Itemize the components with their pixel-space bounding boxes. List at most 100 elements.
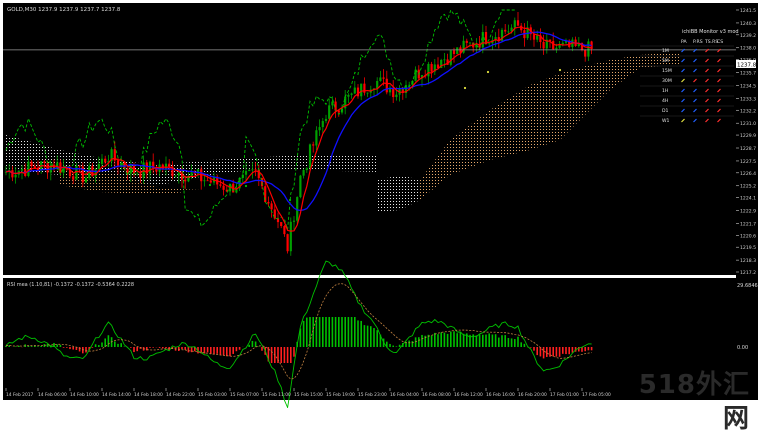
histogram-bar	[399, 345, 401, 347]
candle-body	[271, 203, 273, 209]
time-tick-label: 15 Feb 19:00	[326, 392, 355, 398]
histogram-bar	[293, 347, 295, 357]
histogram-bar	[322, 317, 324, 347]
histogram-bar	[520, 342, 522, 347]
candle-body	[283, 226, 285, 234]
histogram-bar	[210, 347, 212, 354]
price-tick-label: 1231.0	[740, 121, 756, 127]
candle-body	[328, 105, 330, 119]
monitor-column-header: CS	[717, 39, 723, 45]
candle-body	[351, 93, 353, 94]
histogram-bar	[117, 344, 119, 347]
candle-body	[75, 166, 77, 180]
histogram-bar	[229, 347, 231, 356]
histogram-bar	[508, 338, 510, 347]
price-tick-label: 1233.3	[740, 96, 756, 102]
histogram-bar	[325, 317, 327, 347]
histogram-bar	[108, 335, 110, 347]
candle-body	[562, 43, 564, 44]
candle-body	[319, 127, 321, 130]
price-tick-label: 1232.2	[740, 108, 756, 114]
histogram-bar	[306, 318, 308, 347]
candle-body	[543, 42, 545, 48]
candle-body	[267, 202, 269, 203]
candle-body	[376, 81, 378, 88]
histogram-bar	[453, 331, 455, 347]
time-tick-label: 15 Feb 23:00	[358, 392, 387, 398]
candle-body	[322, 121, 324, 127]
candle-body	[223, 186, 225, 190]
indicator-axis-top: 29.6846	[737, 283, 758, 289]
signal-dot	[209, 184, 211, 186]
indicator-label: RSI mea (1.10,81) -0.1372 -0.1372 -0.536…	[7, 282, 134, 288]
candle-body	[354, 88, 356, 94]
histogram-bar	[431, 336, 433, 347]
candle-body	[360, 84, 362, 97]
histogram-bar	[165, 347, 167, 348]
monitor-timeframe-label: D1	[662, 108, 669, 114]
signal-dot	[487, 71, 489, 73]
candle-body	[555, 48, 557, 49]
candle-body	[251, 169, 253, 170]
candle-body	[552, 41, 554, 49]
histogram-bar	[15, 346, 17, 347]
candle-body	[210, 180, 212, 182]
chart-canvas[interactable]: 1241.51240.31239.21238.01236.91235.71234…	[0, 0, 758, 408]
histogram-bar	[463, 334, 465, 347]
histogram-bar	[556, 347, 558, 357]
candle-body	[533, 34, 535, 40]
histogram-bar	[479, 334, 481, 347]
histogram-bar	[223, 347, 225, 356]
histogram-bar	[565, 347, 567, 354]
histogram-bar	[280, 347, 282, 363]
candle-body	[395, 95, 397, 97]
monitor-title: ichiBB Monitor v3 mod	[682, 29, 739, 35]
time-tick-label: 15 Feb 15:00	[294, 392, 323, 398]
histogram-bar	[37, 346, 39, 347]
price-tick-label: 1234.5	[740, 83, 756, 89]
histogram-bar	[328, 317, 330, 347]
candle-body	[191, 172, 193, 176]
histogram-bar	[511, 338, 513, 347]
price-tick-label: 1239.2	[740, 33, 756, 39]
candle-body	[165, 164, 167, 169]
candle-body	[149, 162, 151, 174]
candle-body	[431, 64, 433, 72]
candle-body	[392, 88, 394, 97]
histogram-bar	[66, 347, 68, 348]
histogram-bar	[495, 334, 497, 347]
histogram-bar	[207, 347, 209, 352]
histogram-bar	[568, 347, 570, 354]
candle-body	[203, 180, 205, 181]
price-tick-label: 1240.3	[740, 21, 756, 27]
histogram-bar	[456, 333, 458, 347]
histogram-bar	[338, 317, 340, 347]
histogram-bar	[572, 347, 574, 353]
histogram-bar	[69, 347, 71, 349]
candle-body	[175, 176, 177, 177]
candle-body	[325, 119, 327, 121]
candle-body	[379, 77, 381, 81]
candle-body	[245, 171, 247, 175]
candle-body	[290, 222, 292, 251]
histogram-bar	[488, 333, 490, 347]
candle-body	[136, 174, 138, 175]
candle-body	[219, 184, 221, 185]
candle-body	[504, 30, 506, 32]
histogram-bar	[130, 347, 132, 348]
candle-body	[248, 170, 250, 171]
histogram-bar	[376, 330, 378, 347]
time-tick-label: 16 Feb 08:00	[422, 392, 451, 398]
candle-body	[43, 161, 45, 163]
histogram-bar	[60, 345, 62, 347]
price-panel[interactable]	[3, 3, 736, 275]
price-tick-label: 1221.7	[740, 221, 756, 227]
price-tick-label: 1226.4	[740, 171, 756, 177]
histogram-bar	[149, 347, 151, 348]
candle-body	[280, 222, 282, 226]
monitor-timeframe-label: 5M	[662, 58, 669, 64]
histogram-bar	[591, 347, 593, 350]
candle-body	[488, 43, 490, 44]
histogram-bar	[344, 317, 346, 347]
candle-body	[469, 43, 471, 44]
